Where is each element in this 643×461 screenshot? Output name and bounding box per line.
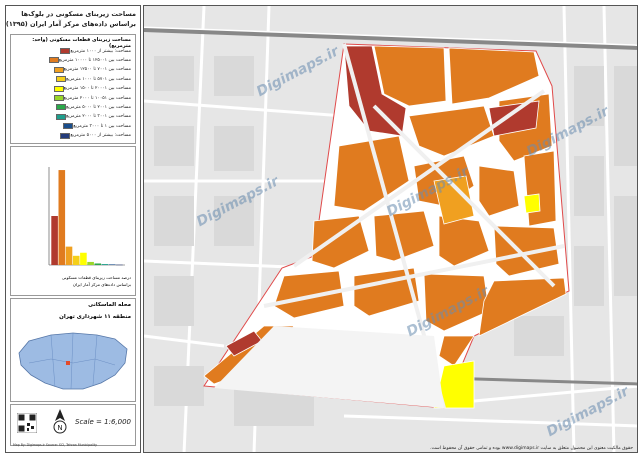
north-label: N — [57, 424, 62, 432]
legend-item: مساحت: بیشتر از ۱۰۰۰ مترمربع — [57, 47, 131, 55]
legend-swatch — [56, 76, 67, 83]
map-canvas — [144, 6, 637, 452]
map-sheet: مساحت زیربنای مسکونی در بلوک‌ها براساس د… — [0, 0, 643, 461]
legend-item: مساحت بین ۲۰۰۰۱ تا ۱۵۰۰ مترمربع — [51, 85, 131, 93]
legend-swatch — [56, 113, 67, 120]
legend-label: مساحت بین ۵۷۰۱ تا ۱۰۰۰ مترمربع — [66, 76, 131, 82]
legend-label: مساحت بین ۱۲۵۰۰۱ تا ۱۰۰۰۰ مترمربع — [58, 57, 131, 63]
copyright-notice: حقوق مالکیت معنوی این محصول متعلق به سای… — [430, 446, 633, 451]
legend-item: مساحت بین ۳۰۰۱ تا ۲۰۰۰ مترمربع — [53, 113, 131, 121]
legend-panel: مساحت زیربنای مسکونی در بلوک‌ها براساس د… — [5, 5, 141, 453]
chart-caption-source: براساس داده‌های مرکز آمار ایران — [72, 282, 131, 287]
legend-item: مساحت بین ۱ تا ۳۰۰۰ مترمربع — [60, 122, 131, 130]
chart-bar — [72, 255, 80, 265]
legend-label: مساحت بین ۲۰۰۰۱ تا ۱۵۰۰ مترمربع — [63, 86, 131, 92]
legend-swatch — [53, 66, 64, 73]
chart-bar — [80, 252, 87, 265]
chart-box: درصد مساحت زیربنای قطعات مسکونی براساس د… — [10, 146, 136, 296]
legend-box: مساحت زیربنای قطعات مسکونی (واحد: مترمرب… — [10, 34, 136, 144]
legend-swatch — [63, 123, 74, 130]
legend-item: مساحت: بیشتر از ۵۰۰۰ مترمربع — [57, 132, 131, 140]
legend-label: مساحت: بیشتر از ۱۰۰۰ مترمربع — [70, 48, 131, 54]
map-credit: Map By: Digimaps.ir Source: SCI, Tehran … — [13, 443, 98, 447]
bar-chart — [48, 167, 125, 266]
legend-label: مساحت بین ۳۰۰۱ تا ۲۰۰۰ مترمربع — [66, 114, 131, 120]
legend-label: مساحت: بیشتر از ۵۰۰۰ مترمربع — [70, 133, 131, 139]
location-inset: محله الماسکانی منطقه ۱۱ شهرداری تهران — [10, 298, 136, 402]
map-view[interactable]: Digimaps.ir Digimaps.ir Digimaps.ir Digi… — [143, 5, 638, 453]
chart-caption: درصد مساحت زیربنای قطعات مسکونی — [61, 275, 131, 280]
qr-code-icon — [17, 413, 37, 433]
scale-box: N Scale = 1:6,000 — [10, 404, 136, 446]
map-subtitle: براساس داده‌های مرکز آمار ایران (۱۳۹۵) — [5, 20, 136, 28]
legend-item: مساحت بین ۱۰۰۵۱ تا ۲۰۰۰ مترمربع — [51, 94, 131, 102]
north-arrow-icon: N — [53, 409, 67, 434]
legend-swatch — [53, 85, 64, 92]
legend-item: مساحت بین ۲۰۰۱ تا ۵۰۰۰ مترمربع — [53, 103, 131, 111]
legend-swatch — [48, 57, 59, 64]
legend-label: مساحت بین ۲۰۰۱ تا ۵۰۰۰ مترمربع — [66, 104, 131, 110]
legend-item: مساحت بین ۵۷۰۱ تا ۱۰۰۰ مترمربع — [53, 75, 131, 83]
scale-label: Scale = 1:6,000 — [75, 418, 131, 426]
chart-bar — [116, 264, 123, 266]
legend-item: مساحت بین ۷۰۰۱ تا ۱۲۵۰۰ مترمربع — [51, 66, 131, 74]
chart-bar — [94, 263, 102, 265]
district-name: منطقه ۱۱ شهرداری تهران — [59, 314, 131, 320]
location-marker — [66, 361, 70, 365]
chart-bar — [51, 216, 58, 265]
neighborhood-name: محله الماسکانی — [88, 302, 131, 308]
chart-bar — [108, 264, 116, 265]
legend-swatch — [53, 95, 64, 101]
legend-label: مساحت بین ۱۰۰۵۱ تا ۲۰۰۰ مترمربع — [63, 95, 131, 101]
chart-bar — [58, 170, 66, 265]
tehran-outline-map — [18, 332, 128, 390]
map-title: مساحت زیربنای مسکونی در بلوک‌ها — [21, 10, 136, 18]
chart-bar — [65, 246, 73, 265]
legend-label: مساحت بین ۱ تا ۳۰۰۰ مترمربع — [73, 123, 131, 129]
legend-swatch — [56, 104, 67, 111]
legend-swatch — [60, 48, 71, 54]
legend-item: مساحت بین ۱۲۵۰۰۱ تا ۱۰۰۰۰ مترمربع — [46, 56, 131, 64]
legend-label: مساحت بین ۷۰۰۱ تا ۱۲۵۰۰ مترمربع — [63, 67, 131, 73]
chart-bar — [101, 264, 109, 265]
chart-bar — [87, 261, 94, 265]
legend-swatch — [60, 132, 71, 139]
